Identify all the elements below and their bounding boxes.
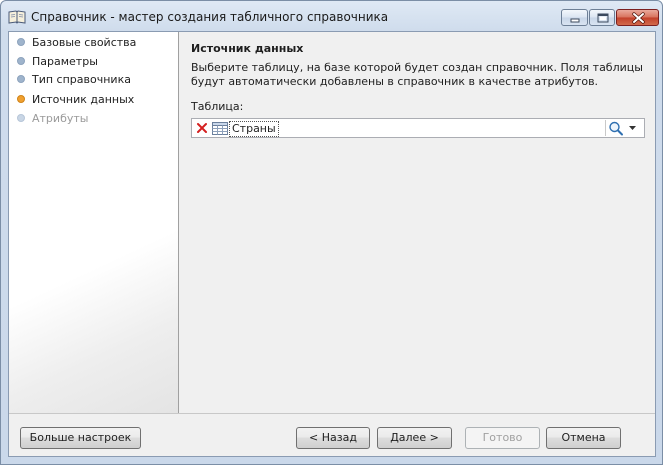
close-icon xyxy=(632,12,645,24)
back-button[interactable]: < Назад xyxy=(296,427,370,449)
step-bullet-icon xyxy=(17,75,25,83)
search-icon[interactable] xyxy=(608,121,624,136)
step-attributes: Атрибуты xyxy=(17,109,88,127)
step-directory-type[interactable]: Тип справочника xyxy=(17,70,131,88)
wizard-steps-panel: Базовые свойства Параметры Тип справочни… xyxy=(9,32,179,413)
minimize-button[interactable] xyxy=(561,9,588,26)
step-base-properties[interactable]: Базовые свойства xyxy=(17,33,136,51)
close-button[interactable] xyxy=(616,9,659,26)
step-bullet-active-icon xyxy=(17,95,25,103)
wizard-window: Справочник - мастер создания табличного … xyxy=(0,0,663,465)
clear-icon[interactable] xyxy=(195,121,209,135)
step-bullet-icon xyxy=(17,114,25,122)
table-field-label: Таблица: xyxy=(191,100,244,113)
step-label: Тип справочника xyxy=(32,72,131,86)
title-bar[interactable]: Справочник - мастер создания табличного … xyxy=(1,1,662,31)
chevron-down-icon[interactable] xyxy=(629,126,636,130)
wizard-page-content: Источник данных Выберите таблицу, на баз… xyxy=(179,32,655,413)
step-parameters[interactable]: Параметры xyxy=(17,52,98,70)
step-bullet-icon xyxy=(17,57,25,65)
step-label: Параметры xyxy=(32,54,98,68)
step-label: Базовые свойства xyxy=(32,35,137,49)
page-title: Источник данных xyxy=(191,42,304,55)
step-label: Источник данных xyxy=(32,92,135,106)
step-data-source[interactable]: Источник данных xyxy=(17,90,134,108)
cancel-button[interactable]: Отмена xyxy=(546,427,621,449)
book-icon xyxy=(8,10,26,24)
combo-separator xyxy=(605,120,606,136)
maximize-button[interactable] xyxy=(589,9,615,26)
more-settings-button[interactable]: Больше настроек xyxy=(20,427,141,449)
page-description: Выберите таблицу, на базе которой будет … xyxy=(191,61,643,88)
wizard-button-bar: Больше настроек < Назад Далее > Готово О… xyxy=(9,413,655,456)
minimize-icon xyxy=(570,18,580,23)
maximize-icon xyxy=(597,13,609,23)
wizard-client-area: Базовые свойства Параметры Тип справочни… xyxy=(8,31,656,457)
table-selector[interactable]: Страны xyxy=(191,118,645,138)
window-title: Справочник - мастер создания табличного … xyxy=(31,10,389,24)
step-label: Атрибуты xyxy=(32,111,89,125)
finish-button: Готово xyxy=(465,427,540,449)
next-button[interactable]: Далее > xyxy=(377,427,452,449)
step-bullet-icon xyxy=(17,38,25,46)
table-selector-value: Страны xyxy=(229,121,279,137)
table-icon xyxy=(212,122,228,135)
